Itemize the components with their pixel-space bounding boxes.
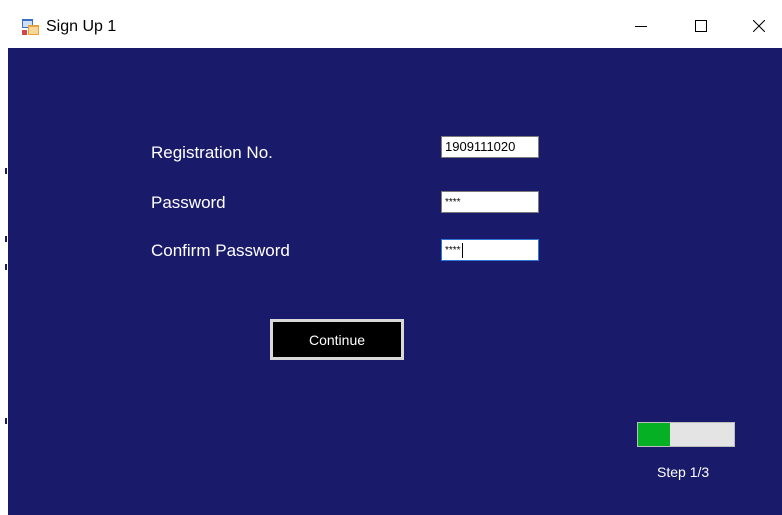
close-icon	[753, 20, 765, 32]
sign-up-window: Sign Up 1 Registration No. 1909111020 Pa…	[0, 0, 782, 515]
maximize-button[interactable]	[678, 8, 724, 44]
confirm-password-value: ****	[445, 245, 461, 257]
password-label: Password	[151, 193, 226, 212]
password-value: ****	[445, 197, 461, 208]
edge-tick	[5, 264, 7, 270]
registration-label: Registration No.	[151, 143, 273, 162]
progress-fill	[638, 423, 670, 446]
window-title: Sign Up 1	[46, 18, 117, 35]
windows-form-icon	[22, 19, 39, 35]
maximize-icon	[695, 20, 707, 32]
step-indicator: Step 1/3	[657, 464, 710, 480]
title-bar[interactable]: Sign Up 1	[0, 0, 782, 48]
text-caret	[461, 243, 463, 258]
minimize-icon	[635, 26, 647, 27]
registration-value: 1909111020	[445, 139, 516, 154]
edge-tick	[5, 168, 7, 174]
registration-input[interactable]: 1909111020	[441, 136, 539, 158]
confirm-password-input[interactable]: ****	[441, 239, 539, 261]
edge-tick	[5, 418, 7, 424]
signup-progress-bar	[637, 422, 735, 447]
continue-button[interactable]: Continue	[270, 319, 404, 360]
window-left-edge	[0, 48, 8, 515]
confirm-password-label: Confirm Password	[151, 241, 290, 260]
continue-label: Continue	[308, 331, 366, 348]
close-button[interactable]	[736, 8, 782, 44]
edge-tick	[5, 236, 7, 242]
minimize-button[interactable]	[618, 8, 664, 44]
password-input[interactable]: ****	[441, 191, 539, 213]
